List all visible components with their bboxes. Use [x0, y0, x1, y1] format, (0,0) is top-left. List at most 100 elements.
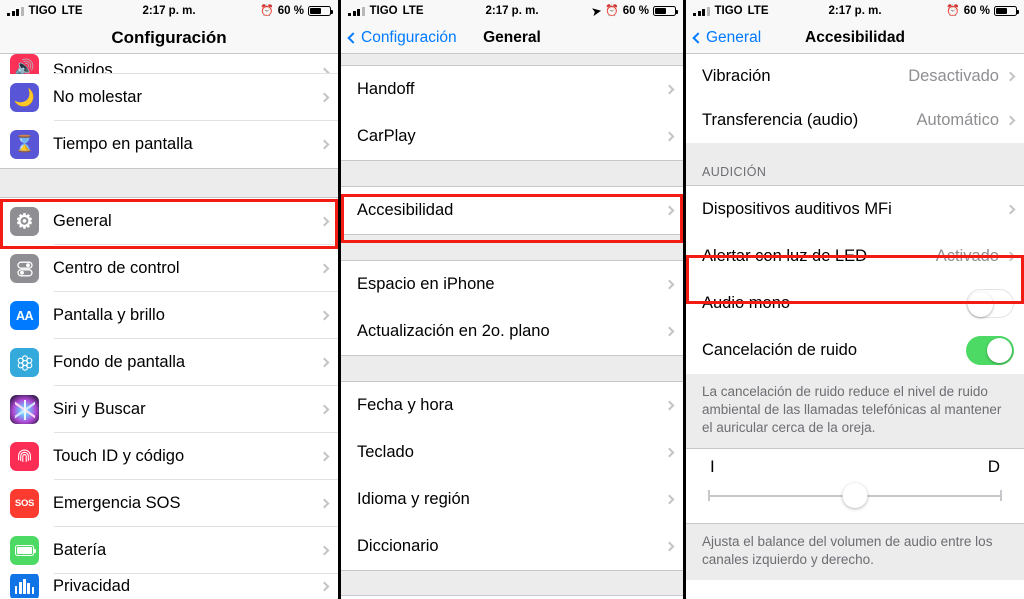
list-item-label: Diccionario — [357, 537, 439, 555]
list-item-label: General — [53, 212, 112, 230]
list-item-espacio-en-iphone[interactable]: Espacio en iPhone — [341, 261, 683, 308]
cellular-bars-icon — [693, 6, 710, 16]
list-item-pantalla-y-brillo[interactable]: AA Pantalla y brillo — [0, 292, 338, 339]
list-item-label: Pantalla y brillo — [53, 306, 165, 324]
list-item-bateria[interactable]: Batería — [0, 527, 338, 574]
privacy-bars — [14, 578, 35, 594]
list-item-fecha-y-hora[interactable]: Fecha y hora — [341, 382, 683, 429]
list-item-general[interactable]: ⚙ General — [0, 198, 338, 245]
slider-knob[interactable] — [842, 483, 868, 508]
slider-label-right: D — [987, 457, 1000, 476]
list-item-label: Emergencia SOS — [53, 494, 181, 512]
list-item-no-molestar[interactable]: 🌙 No molestar — [0, 74, 338, 121]
list-item-label: Siri y Buscar — [53, 400, 146, 418]
general-group-3: Espacio en iPhone Actualización en 2o. p… — [341, 261, 683, 355]
list-item-sonidos[interactable]: 🔊 Sonidos — [0, 54, 338, 74]
toggle-cancelacion-de-ruido[interactable] — [966, 336, 1014, 365]
section-gap — [341, 355, 683, 382]
fingerprint-icon — [10, 442, 39, 471]
cellular-bars-icon — [348, 6, 365, 16]
panel-settings-root: TIGO LTE 2:17 p. m. ⏰ 60 % Configuración… — [0, 0, 338, 599]
list-item-value: Desactivado — [908, 66, 999, 85]
list-item-diccionario[interactable]: Diccionario — [341, 523, 683, 570]
list-item-label: Actualización en 2o. plano — [357, 322, 550, 340]
list-item-label: Batería — [53, 541, 107, 559]
toggle-knob — [987, 337, 1012, 363]
general-group-1: Handoff CarPlay — [341, 66, 683, 160]
chevron-right-icon — [319, 139, 330, 150]
chevron-right-icon — [319, 357, 330, 368]
carrier-label: TIGO — [369, 5, 398, 17]
list-item-teclado[interactable]: Teclado — [341, 429, 683, 476]
list-item-accesibilidad[interactable]: Accesibilidad — [341, 187, 683, 234]
list-item-touch-id-y-codigo[interactable]: Touch ID y código — [0, 433, 338, 480]
list-item-actualizacion-segundo-plano[interactable]: Actualización en 2o. plano — [341, 308, 683, 355]
battery-icon — [10, 536, 39, 565]
chevron-right-icon — [1005, 71, 1016, 81]
chevron-right-icon — [319, 404, 330, 415]
toggle-audio-mono[interactable] — [966, 289, 1014, 318]
accessibility-group-hearing: Dispositivos auditivos MFi Alertar con l… — [686, 186, 1024, 374]
wallpaper-icon — [10, 348, 39, 377]
list-item-handoff[interactable]: Handoff — [341, 66, 683, 113]
chevron-right-icon — [664, 131, 675, 142]
status-right: ⏰ 60 % — [260, 5, 333, 17]
list-item-idioma-y-region[interactable]: Idioma y región — [341, 476, 683, 523]
list-item-label: Sonidos — [53, 61, 113, 74]
list-item-fondo-de-pantalla[interactable]: Fondo de pantalla — [0, 339, 338, 386]
list-item-vibracion[interactable]: Vibración Desactivado — [686, 54, 1024, 98]
list-item-transferencia-audio[interactable]: Transferencia (audio) Automático — [686, 98, 1024, 143]
chevron-right-icon — [664, 494, 675, 505]
list-item-emergencia-sos[interactable]: SOS Emergencia SOS — [0, 480, 338, 527]
list-item-value: Automático — [916, 111, 999, 129]
list-item-tiempo-en-pantalla[interactable]: ⌛ Tiempo en pantalla — [0, 121, 338, 168]
list-item-label: Accesibilidad — [357, 201, 454, 219]
list-item-privacidad[interactable]: Privacidad — [0, 574, 338, 598]
list-item-dispositivos-auditivos-mfi[interactable]: Dispositivos auditivos MFi — [686, 186, 1024, 233]
chevron-right-icon — [664, 541, 675, 552]
status-left: TIGO LTE — [348, 5, 424, 17]
slider-cap-left — [708, 490, 710, 501]
list-item-label: Fecha y hora — [357, 396, 454, 414]
section-gap — [0, 168, 338, 198]
moon-icon: 🌙 — [10, 83, 39, 112]
chevron-right-icon — [664, 326, 675, 337]
settings-list-top: 🔊 Sonidos 🌙 No molestar ⌛ Tiempo en pant… — [0, 54, 338, 168]
chevron-right-icon — [319, 581, 330, 591]
page-title-configuracion: Configuración — [111, 27, 227, 47]
list-item-label: No molestar — [53, 88, 142, 106]
list-item-label: Audio mono — [702, 294, 791, 312]
siri-icon — [10, 395, 39, 424]
list-item-label: Vibración — [702, 66, 771, 85]
settings-list-main: ⚙ General Centro de control AA Pantalla … — [0, 198, 338, 598]
battery-icon — [653, 5, 678, 17]
section-gap-bottom — [341, 570, 683, 596]
list-item-label: Touch ID y código — [53, 447, 185, 465]
chevron-right-icon — [664, 447, 675, 458]
back-button-general[interactable]: General — [692, 29, 761, 47]
status-right: ➤ ⏰ 60 % — [591, 5, 678, 18]
list-item-audio-mono: Audio mono — [686, 280, 1024, 327]
general-group-4: Fecha y hora Teclado Idioma y región Dic… — [341, 382, 683, 570]
privacy-hand-icon — [10, 574, 39, 598]
status-right: ⏰ 60 % — [946, 4, 1019, 17]
sos-icon: SOS — [10, 489, 39, 518]
chevron-right-icon — [1005, 204, 1016, 215]
status-bar-panel3: TIGO LTE 2:17 p. m. ⏰ 60 % — [686, 0, 1024, 22]
back-button-configuracion[interactable]: Configuración — [347, 29, 457, 47]
list-item-centro-de-control[interactable]: Centro de control — [0, 245, 338, 292]
chevron-right-icon — [319, 545, 330, 556]
list-item-alertar-con-luz-de-led[interactable]: Alertar con luz de LED Activado — [686, 233, 1024, 280]
chevron-left-icon — [692, 31, 704, 44]
chevron-right-icon — [1005, 251, 1016, 262]
display-brightness-icon: AA — [10, 301, 39, 330]
audio-balance-slider[interactable] — [702, 483, 1008, 509]
alarm-clock-icon: ⏰ — [946, 4, 960, 17]
list-item-label: Tiempo en pantalla — [53, 135, 193, 153]
chevron-right-icon — [1005, 115, 1016, 126]
list-item-siri-y-buscar[interactable]: Siri y Buscar — [0, 386, 338, 433]
battery-percent-label: 60 % — [963, 5, 990, 17]
list-item-cancelacion-de-ruido: Cancelación de ruido — [686, 327, 1024, 374]
section-gap-top — [341, 54, 683, 66]
list-item-carplay[interactable]: CarPlay — [341, 113, 683, 160]
